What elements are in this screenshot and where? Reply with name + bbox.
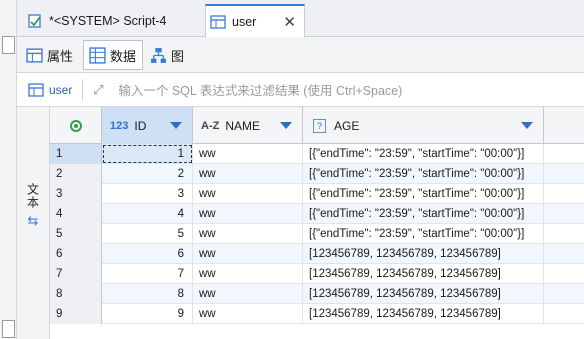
subtab-diagram[interactable]: 图	[145, 40, 193, 70]
subtab-properties[interactable]: 属性	[21, 40, 81, 70]
view-mode-strip: 网格 文本 ⇆	[17, 107, 584, 339]
editor-subtab-bar: 属性 数据 图	[17, 37, 584, 73]
subtab-label: 属性	[47, 48, 74, 64]
panel-handle-bottom[interactable]	[2, 320, 15, 338]
properties-icon	[26, 47, 43, 63]
subtab-label: 图	[171, 48, 185, 64]
name-cell[interactable]: ww	[193, 204, 303, 224]
table-row[interactable]: 6 6 ww [123456789, 123456789, 123456789]	[50, 244, 584, 264]
close-icon[interactable]: ✕	[283, 13, 296, 31]
column-name: NAME	[225, 118, 260, 133]
name-cell[interactable]: ww	[193, 264, 303, 284]
sort-dropdown-icon[interactable]	[280, 122, 292, 129]
numeric-type-icon: 123	[110, 119, 129, 132]
age-cell[interactable]: [{"endTime": "23:59", "startTime": "00:0…	[303, 224, 544, 244]
tab-label: *<SYSTEM> Script-4	[49, 13, 167, 28]
unknown-type-icon: ?	[313, 118, 326, 133]
name-cell[interactable]: ww	[193, 244, 303, 264]
data-grid-icon	[89, 46, 106, 64]
age-cell[interactable]: [123456789, 123456789, 123456789]	[303, 304, 544, 324]
left-edge-panel	[0, 0, 17, 339]
sort-dropdown-icon[interactable]	[521, 122, 533, 129]
row-number-cell[interactable]: 4	[50, 204, 102, 224]
table-icon	[210, 14, 226, 29]
expand-icon[interactable]: ⤢	[90, 82, 106, 98]
string-type-icon: A-Z	[201, 119, 220, 132]
table-row[interactable]: 9 9 ww [123456789, 123456789, 123456789]	[50, 304, 584, 324]
tab-script-4[interactable]: *<SYSTEM> Script-4	[23, 4, 203, 37]
row-status-icon	[69, 119, 82, 132]
filter-table-label[interactable]: user	[28, 83, 72, 97]
row-number-cell[interactable]: 5	[50, 224, 102, 244]
filter-bar: user ⤢ 输入一个 SQL 表达式来过滤结果 (使用 Ctrl+Space)	[17, 73, 584, 107]
row-number-cell[interactable]: 9	[50, 304, 102, 324]
age-cell[interactable]: [{"endTime": "23:59", "startTime": "00:0…	[303, 184, 544, 204]
age-cell[interactable]: [{"endTime": "23:59", "startTime": "00:0…	[303, 144, 544, 164]
text-icon: ⇆	[27, 213, 39, 228]
column-name: ID	[134, 118, 147, 133]
column-name: AGE	[334, 118, 360, 133]
age-cell[interactable]: [{"endTime": "23:59", "startTime": "00:0…	[303, 204, 544, 224]
age-cell[interactable]: [123456789, 123456789, 123456789]	[303, 284, 544, 304]
panel-handle[interactable]	[2, 36, 15, 54]
id-cell[interactable]: 2	[102, 164, 193, 184]
id-cell[interactable]: 6	[102, 244, 193, 264]
id-cell[interactable]: 3	[102, 184, 193, 204]
table-row[interactable]: 3 3 ww [{"endTime": "23:59", "startTime": "…	[50, 184, 584, 204]
filter-input[interactable]: 输入一个 SQL 表达式来过滤结果 (使用 Ctrl+Space)	[118, 80, 402, 99]
tab-label: user	[232, 14, 257, 29]
name-cell[interactable]: ww	[193, 164, 303, 184]
grid-header: 123 ID A-Z NAME ? AGE	[50, 107, 584, 144]
text-view-label: 文本	[25, 183, 40, 209]
id-cell[interactable]: 9	[102, 304, 193, 324]
table-row[interactable]: 4 4 ww [{"endTime": "23:59", "startTime": "…	[50, 204, 584, 224]
column-header-name[interactable]: A-Z NAME	[193, 107, 303, 144]
row-number-cell[interactable]: 3	[50, 184, 102, 204]
age-cell[interactable]: [123456789, 123456789, 123456789]	[303, 264, 544, 284]
text-view-button[interactable]: 文本 ⇆	[21, 183, 45, 243]
tab-user[interactable]: user ✕	[205, 4, 305, 37]
id-cell[interactable]: 1	[102, 144, 193, 164]
row-number-cell[interactable]: 6	[50, 244, 102, 264]
row-number-cell[interactable]: 8	[50, 284, 102, 304]
id-cell[interactable]: 7	[102, 264, 193, 284]
table-row[interactable]: 2 2 ww [{"endTime": "23:59", "startTime": "…	[50, 164, 584, 184]
row-number-cell[interactable]: 7	[50, 264, 102, 284]
name-cell[interactable]: ww	[193, 304, 303, 324]
column-header-id[interactable]: 123 ID	[102, 107, 193, 144]
diagram-icon	[151, 47, 166, 63]
name-cell[interactable]: ww	[193, 284, 303, 304]
id-cell[interactable]: 8	[102, 284, 193, 304]
table-row[interactable]: 8 8 ww [123456789, 123456789, 123456789]	[50, 284, 584, 304]
row-number-cell[interactable]: 1	[50, 144, 102, 164]
sort-dropdown-icon[interactable]	[170, 122, 182, 129]
name-cell[interactable]: ww	[193, 144, 303, 164]
name-cell[interactable]: ww	[193, 184, 303, 204]
row-number-header[interactable]	[50, 107, 102, 144]
column-header-age[interactable]: ? AGE	[303, 107, 544, 144]
id-cell[interactable]: 4	[102, 204, 193, 224]
divider	[82, 78, 84, 101]
table-row[interactable]: 5 5 ww [{"endTime": "23:59", "startTime": "…	[50, 224, 584, 244]
subtab-label: 数据	[110, 48, 137, 64]
results-grid: 123 ID A-Z NAME ? AGE 1 1 ww [{"endTime": "…	[50, 107, 584, 339]
table-icon	[28, 82, 44, 97]
filter-table-name: user	[49, 82, 73, 97]
age-cell[interactable]: [123456789, 123456789, 123456789]	[303, 244, 544, 264]
id-cell[interactable]: 5	[102, 224, 193, 244]
subtab-data[interactable]: 数据	[83, 40, 143, 70]
row-number-cell[interactable]: 2	[50, 164, 102, 184]
sql-script-icon	[28, 13, 41, 28]
editor-tab-bar: *<SYSTEM> Script-4 user ✕	[17, 0, 584, 37]
name-cell[interactable]: ww	[193, 224, 303, 244]
table-row[interactable]: 1 1 ww [{"endTime": "23:59", "startTime": "…	[50, 144, 584, 164]
age-cell[interactable]: [{"endTime": "23:59", "startTime": "00:0…	[303, 164, 544, 184]
table-row[interactable]: 7 7 ww [123456789, 123456789, 123456789]	[50, 264, 584, 284]
